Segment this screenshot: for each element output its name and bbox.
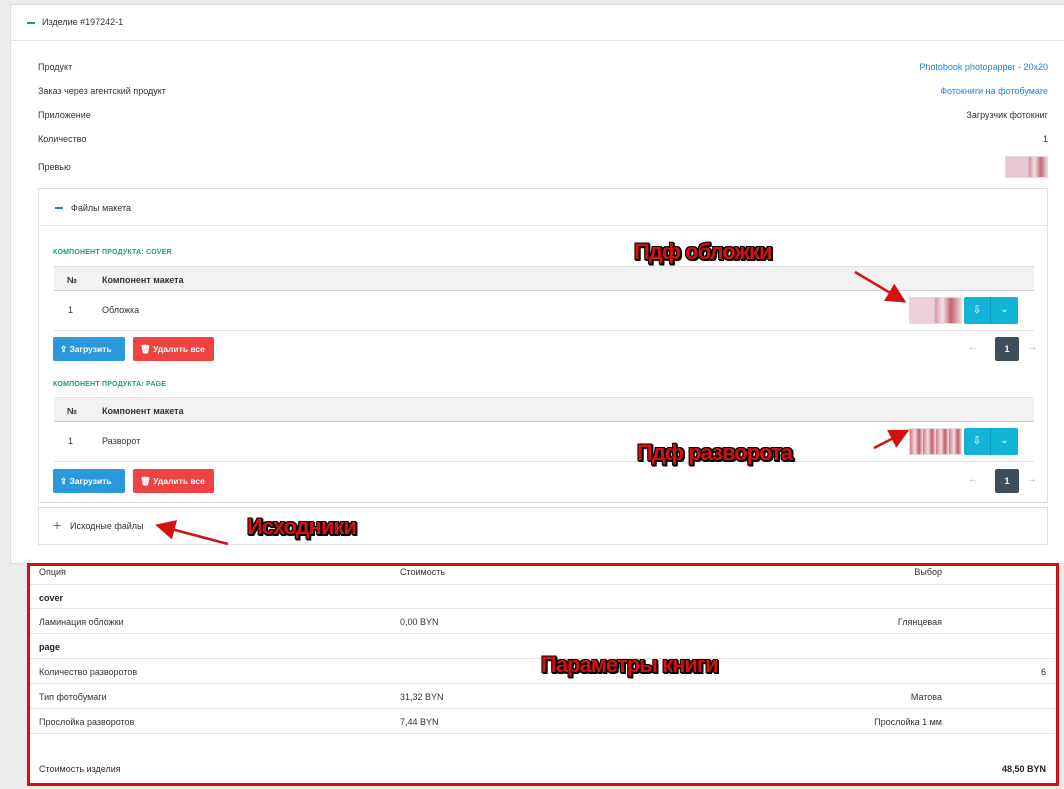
delete-all-button[interactable]: 🗑 Удалить все — [133, 337, 214, 361]
table-header: № Компонент макета — [54, 397, 1034, 422]
plus-icon[interactable]: + — [53, 518, 61, 532]
trash-icon: 🗑 — [140, 344, 154, 354]
row-component-name: Обложка — [102, 305, 140, 315]
table-row: 1 Разворот ⇩ ⌄ — [54, 422, 1034, 462]
layout-files-header[interactable]: Файлы макета — [39, 189, 1047, 226]
chevron-down-icon: ⌄ — [1000, 435, 1009, 446]
table-header: № Компонент макета — [54, 266, 1034, 291]
pager-page[interactable]: 1 — [995, 337, 1019, 361]
option-choice: Матова — [910, 692, 942, 702]
product-link[interactable]: Photobook photopapper - 20x20 — [919, 62, 1048, 72]
pager-next[interactable]: → — [1027, 474, 1037, 485]
component-label-page: КОМПОНЕНТ ПРОДУКТА: PAGE — [53, 381, 167, 388]
option-choice: Прослойка 1 мм — [874, 717, 942, 727]
option-choice: Глянцевая — [897, 617, 942, 627]
column-cost: Стоимость — [400, 567, 446, 577]
field-label-application: Приложение — [38, 110, 91, 120]
field-label-quantity: Количество — [38, 134, 87, 144]
cover-pdf-thumbnail[interactable] — [909, 297, 962, 324]
upload-button[interactable]: ⇪ Загрузить — [53, 337, 125, 361]
annotation-cover-pdf: Пдф обложки — [634, 239, 773, 264]
option-cost: 31,32 BYN — [400, 692, 444, 702]
component-label-cover: КОМПОНЕНТ ПРОДУКТА: COVER — [53, 249, 172, 256]
row-number: 1 — [68, 436, 74, 446]
option-row: Прослойка разворотов 7,44 BYN Прослойка … — [30, 709, 1056, 734]
source-files-panel[interactable]: + Исходные файлы — [38, 507, 1048, 545]
column-component: Компонент макета — [102, 275, 184, 285]
item-title: Изделие #197242-1 — [42, 17, 124, 27]
column-option: Опция — [39, 567, 66, 577]
total-value: 48,50 BYN — [1001, 764, 1046, 774]
option-name: Тип фотобумаги — [39, 692, 107, 702]
pager-prev[interactable]: ← — [968, 474, 978, 485]
download-button[interactable]: ⇩ — [964, 428, 990, 455]
option-row: Тип фотобумаги 31,32 BYN Матова — [30, 684, 1056, 709]
option-name: Прослойка разворотов — [39, 717, 135, 727]
total-label: Стоимость изделия — [39, 764, 121, 774]
field-label-preview: Превью — [38, 162, 71, 172]
layout-files-panel: Файлы макета КОМПОНЕНТ ПРОДУКТА: COVER №… — [38, 188, 1048, 503]
delete-all-button[interactable]: 🗑 Удалить все — [133, 469, 214, 493]
minus-icon[interactable] — [27, 22, 35, 24]
dropdown-button[interactable]: ⌄ — [990, 428, 1018, 455]
dropdown-button[interactable]: ⌄ — [990, 297, 1018, 324]
pager-prev[interactable]: ← — [968, 342, 978, 353]
annotation-spread-pdf: Пдф разворота — [637, 440, 793, 465]
item-panel: Изделие #197242-1 Продукт Photobook phot… — [10, 4, 1064, 564]
pager-next[interactable]: → — [1027, 342, 1037, 353]
trash-icon: 🗑 — [140, 476, 154, 486]
column-number: № — [67, 275, 78, 285]
group-name: page — [39, 642, 61, 652]
column-number: № — [67, 406, 78, 416]
layout-files-title: Файлы макета — [71, 203, 132, 213]
option-row: Ламинация обложки 0,00 BYN Глянцевая — [30, 609, 1056, 634]
minus-icon[interactable] — [55, 207, 63, 209]
preview-thumbnail[interactable] — [1005, 156, 1048, 178]
column-component: Компонент макета — [102, 406, 184, 416]
item-header[interactable]: Изделие #197242-1 — [11, 5, 1064, 41]
pager-page[interactable]: 1 — [995, 469, 1019, 493]
download-icon: ⇩ — [972, 304, 982, 316]
download-button[interactable]: ⇩ — [964, 297, 990, 324]
options-header: Опция Стоимость Выбор — [30, 562, 1056, 582]
annotation-book-params: Параметры книги — [541, 652, 719, 677]
total-row: Стоимость изделия 48,50 BYN — [30, 756, 1056, 781]
option-extra: 6 — [1040, 667, 1046, 677]
upload-button[interactable]: ⇪ Загрузить — [53, 469, 125, 493]
option-cost: 0,00 BYN — [400, 617, 439, 627]
option-name: Количество разворотов — [39, 667, 138, 677]
field-label-agent-product: Заказ через агентский продукт — [38, 86, 166, 96]
quantity-value: 1 — [1042, 134, 1048, 144]
column-choice: Выбор — [914, 567, 942, 577]
option-cost: 7,44 BYN — [400, 717, 439, 727]
source-files-title: Исходные файлы — [70, 521, 144, 531]
download-icon: ⇩ — [972, 435, 982, 447]
agent-product-link[interactable]: Фотокниги на фотобумаге — [940, 86, 1048, 96]
field-label-product: Продукт — [38, 62, 73, 72]
row-number: 1 — [68, 305, 74, 315]
option-group-row: cover — [30, 584, 1056, 609]
chevron-down-icon: ⌄ — [1000, 304, 1009, 315]
option-name: Ламинация обложки — [39, 617, 124, 627]
row-component-name: Разворот — [102, 436, 141, 446]
application-value: Загрузчик фотокниг — [966, 110, 1048, 120]
group-name: cover — [39, 593, 64, 603]
spread-pdf-thumbnail[interactable] — [909, 428, 962, 455]
table-row: 1 Обложка ⇩ ⌄ — [54, 291, 1034, 331]
annotation-sources: Исходники — [247, 514, 357, 539]
